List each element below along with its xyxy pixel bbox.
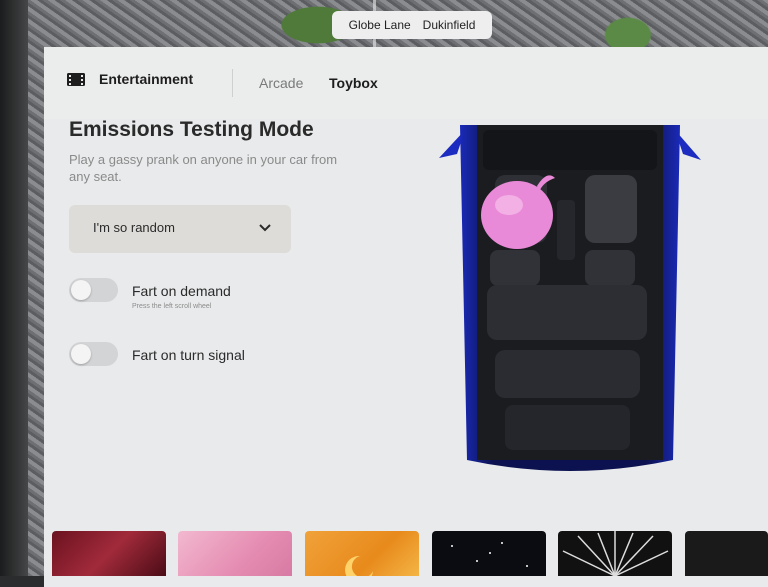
town-name: Dukinfield xyxy=(422,18,476,32)
dark-thumbnail[interactable] xyxy=(685,531,768,576)
fart-on-demand-hint: Press the left scroll wheel xyxy=(132,303,212,310)
car-seat-map[interactable] xyxy=(435,120,705,480)
lightspeed-icon xyxy=(562,531,669,576)
sound-select-dropdown[interactable]: I'm so random xyxy=(69,205,291,253)
passenger-seat[interactable] xyxy=(585,175,637,243)
dashboard xyxy=(483,130,657,170)
starfield-thumbnail[interactable] xyxy=(432,531,546,576)
rear-cargo xyxy=(505,405,630,450)
panel-header: Entertainment Arcade Toybox xyxy=(44,47,768,119)
fart-on-demand-label: Fart on demand xyxy=(132,283,231,299)
row2-left-headrest xyxy=(490,250,540,286)
film-clapper-icon xyxy=(67,73,85,86)
toggle-knob xyxy=(71,344,91,364)
page-title: Emissions Testing Mode xyxy=(69,118,314,141)
section-title: Entertainment xyxy=(99,71,194,87)
red-ornament-thumbnail[interactable] xyxy=(52,531,166,576)
sound-select-value: I'm so random xyxy=(93,220,175,235)
second-row-seats[interactable] xyxy=(487,285,647,340)
street-name: Globe Lane xyxy=(348,18,411,32)
pink-bubble-thumbnail[interactable] xyxy=(178,531,292,576)
row2-right-headrest xyxy=(585,250,635,286)
header-divider xyxy=(232,69,233,97)
location-pill: Globe Lane Dukinfield xyxy=(332,11,492,39)
fart-on-turn-signal-label: Fart on turn signal xyxy=(132,347,245,363)
fart-on-demand-toggle[interactable] xyxy=(69,278,118,302)
screen-bezel xyxy=(0,0,30,576)
third-row-seats[interactable] xyxy=(495,350,640,398)
page-description: Play a gassy prank on anyone in your car… xyxy=(69,152,338,184)
center-console xyxy=(557,200,575,260)
chevron-down-icon xyxy=(259,224,271,232)
tab-arcade[interactable]: Arcade xyxy=(259,75,303,91)
tab-toybox[interactable]: Toybox xyxy=(329,75,378,91)
moon-icon xyxy=(345,555,373,576)
stars-icon xyxy=(451,542,528,567)
lightspeed-thumbnail[interactable] xyxy=(558,531,672,576)
toggle-knob xyxy=(71,280,91,300)
fart-on-turn-signal-toggle[interactable] xyxy=(69,342,118,366)
orange-moon-thumbnail[interactable] xyxy=(305,531,419,576)
